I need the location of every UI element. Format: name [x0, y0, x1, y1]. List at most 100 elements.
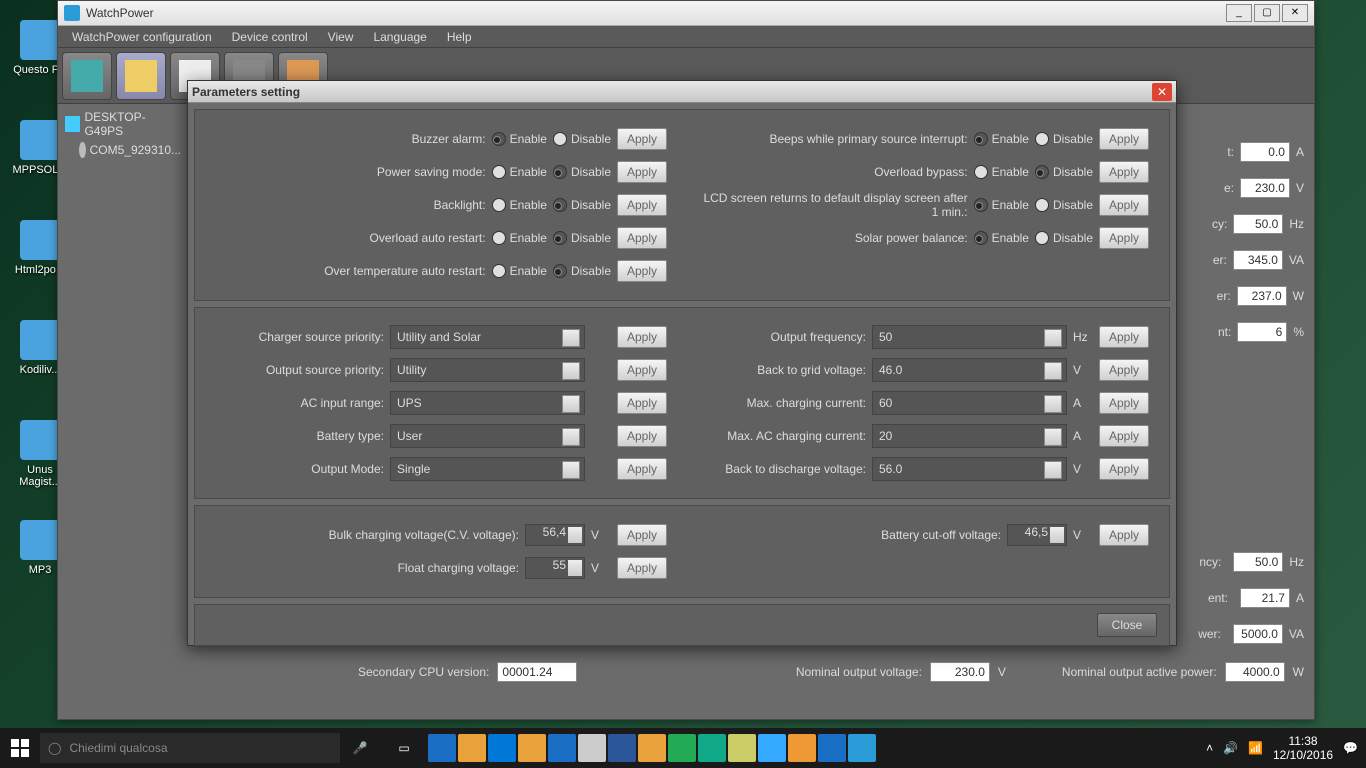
close-button[interactable]: Close [1097, 613, 1157, 637]
titlebar: WatchPower _ ▢ ✕ [58, 1, 1314, 26]
start-button[interactable] [0, 728, 40, 768]
apply-button[interactable]: Apply [617, 458, 667, 480]
taskbar-app[interactable] [428, 734, 456, 762]
toolbar-button-2[interactable] [116, 52, 166, 100]
apply-button[interactable]: Apply [617, 227, 667, 249]
apply-button[interactable]: Apply [1099, 194, 1149, 216]
taskbar-app[interactable] [548, 734, 576, 762]
radio-enable[interactable]: Enable [492, 264, 547, 278]
folder-icon [20, 20, 60, 60]
taskbar-app[interactable] [848, 734, 876, 762]
dropdown[interactable]: 46.0 [872, 358, 1067, 382]
radio-enable[interactable]: Enable [492, 198, 547, 212]
radio-enable[interactable]: Enable [492, 165, 547, 179]
taskbar-app[interactable] [488, 734, 516, 762]
radio-disable[interactable]: Disable [1035, 231, 1093, 245]
radio-disable[interactable]: Disable [553, 198, 611, 212]
toolbar-button-1[interactable] [62, 52, 112, 100]
dropdown[interactable]: 56.0 [872, 457, 1067, 481]
apply-button[interactable]: Apply [617, 326, 667, 348]
radio-enable[interactable]: Enable [492, 132, 547, 146]
unit: A [1073, 429, 1093, 443]
task-view-icon[interactable]: ▭ [390, 741, 418, 755]
apply-button[interactable]: Apply [1099, 524, 1149, 546]
apply-button[interactable]: Apply [1099, 458, 1149, 480]
tray-chevron-icon[interactable]: ˄ [1206, 741, 1213, 755]
taskbar-app[interactable] [458, 734, 486, 762]
dropdown[interactable]: User [390, 424, 585, 448]
dropdown[interactable]: 50 [872, 325, 1067, 349]
radio-enable[interactable]: Enable [974, 132, 1029, 146]
tree-child[interactable]: COM5_929310... [77, 140, 183, 160]
apply-button[interactable]: Apply [617, 161, 667, 183]
apply-button[interactable]: Apply [1099, 227, 1149, 249]
search-box[interactable]: ◯ Chiedimi qualcosa [40, 733, 340, 763]
taskbar-app[interactable] [578, 734, 606, 762]
taskbar-app[interactable] [758, 734, 786, 762]
taskbar-app[interactable] [638, 734, 666, 762]
spinner-input[interactable]: 55 [525, 557, 585, 579]
apply-button[interactable]: Apply [1099, 326, 1149, 348]
apply-button[interactable]: Apply [617, 194, 667, 216]
apply-button[interactable]: Apply [1099, 128, 1149, 150]
taskbar-app[interactable] [728, 734, 756, 762]
param-label: Output Mode: [215, 462, 384, 476]
device-tree: DESKTOP-G49PS COM5_929310... [63, 108, 183, 160]
apply-button[interactable]: Apply [617, 260, 667, 282]
radio-disable[interactable]: Disable [553, 165, 611, 179]
tray-wifi-icon[interactable]: 📶 [1248, 741, 1263, 755]
minimize-button[interactable]: _ [1226, 4, 1252, 22]
spinner-input[interactable]: 56,4 [525, 524, 585, 546]
dropdown[interactable]: 60 [872, 391, 1067, 415]
param-row: Buzzer alarm:EnableDisableApplyBeeps whi… [215, 125, 1149, 153]
apply-button[interactable]: Apply [1099, 425, 1149, 447]
apply-button[interactable]: Apply [1099, 161, 1149, 183]
apply-button[interactable]: Apply [617, 557, 667, 579]
radio-disable[interactable]: Disable [1035, 198, 1093, 212]
tray-clock[interactable]: 11:38 12/10/2016 [1273, 734, 1333, 762]
apply-button[interactable]: Apply [617, 425, 667, 447]
tree-root[interactable]: DESKTOP-G49PS [63, 108, 183, 140]
dropdown[interactable]: 20 [872, 424, 1067, 448]
maximize-button[interactable]: ▢ [1254, 4, 1280, 22]
taskbar-app[interactable] [608, 734, 636, 762]
menu-item[interactable]: Language [363, 27, 436, 47]
close-button[interactable]: ✕ [1282, 4, 1308, 22]
apply-button[interactable]: Apply [617, 359, 667, 381]
radio-enable[interactable]: Enable [974, 231, 1029, 245]
taskbar-app[interactable] [668, 734, 696, 762]
radio-disable[interactable]: Disable [1035, 132, 1093, 146]
value-row: ncy:50.0Hz [1174, 551, 1304, 573]
taskbar-app[interactable] [698, 734, 726, 762]
taskbar-app[interactable] [788, 734, 816, 762]
radio-enable[interactable]: Enable [492, 231, 547, 245]
radio-enable[interactable]: Enable [974, 165, 1029, 179]
radio-disable[interactable]: Disable [1035, 165, 1093, 179]
menu-item[interactable]: View [318, 27, 364, 47]
menu-item[interactable]: WatchPower configuration [62, 27, 222, 47]
microphone-icon[interactable]: 🎤 [348, 741, 372, 755]
spinner-input[interactable]: 46,5 [1007, 524, 1067, 546]
param-row: Over temperature auto restart:EnableDisa… [215, 257, 1149, 285]
menu-item[interactable]: Device control [222, 27, 318, 47]
radio-enable[interactable]: Enable [974, 198, 1029, 212]
apply-button[interactable]: Apply [617, 392, 667, 414]
dropdown[interactable]: Single [390, 457, 585, 481]
radio-disable[interactable]: Disable [553, 132, 611, 146]
apply-button[interactable]: Apply [617, 128, 667, 150]
apply-button[interactable]: Apply [1099, 359, 1149, 381]
apply-button[interactable]: Apply [617, 524, 667, 546]
param-label: Overload auto restart: [215, 231, 486, 245]
tray-notifications-icon[interactable]: 💬 [1343, 741, 1358, 755]
taskbar-app[interactable] [518, 734, 546, 762]
radio-disable[interactable]: Disable [553, 264, 611, 278]
taskbar-app[interactable] [818, 734, 846, 762]
radio-disable[interactable]: Disable [553, 231, 611, 245]
dropdown[interactable]: UPS [390, 391, 585, 415]
tray-volume-icon[interactable]: 🔊 [1223, 741, 1238, 755]
apply-button[interactable]: Apply [1099, 392, 1149, 414]
dropdown[interactable]: Utility and Solar [390, 325, 585, 349]
menu-item[interactable]: Help [437, 27, 482, 47]
dialog-close-icon[interactable]: ✕ [1152, 83, 1172, 101]
dropdown[interactable]: Utility [390, 358, 585, 382]
